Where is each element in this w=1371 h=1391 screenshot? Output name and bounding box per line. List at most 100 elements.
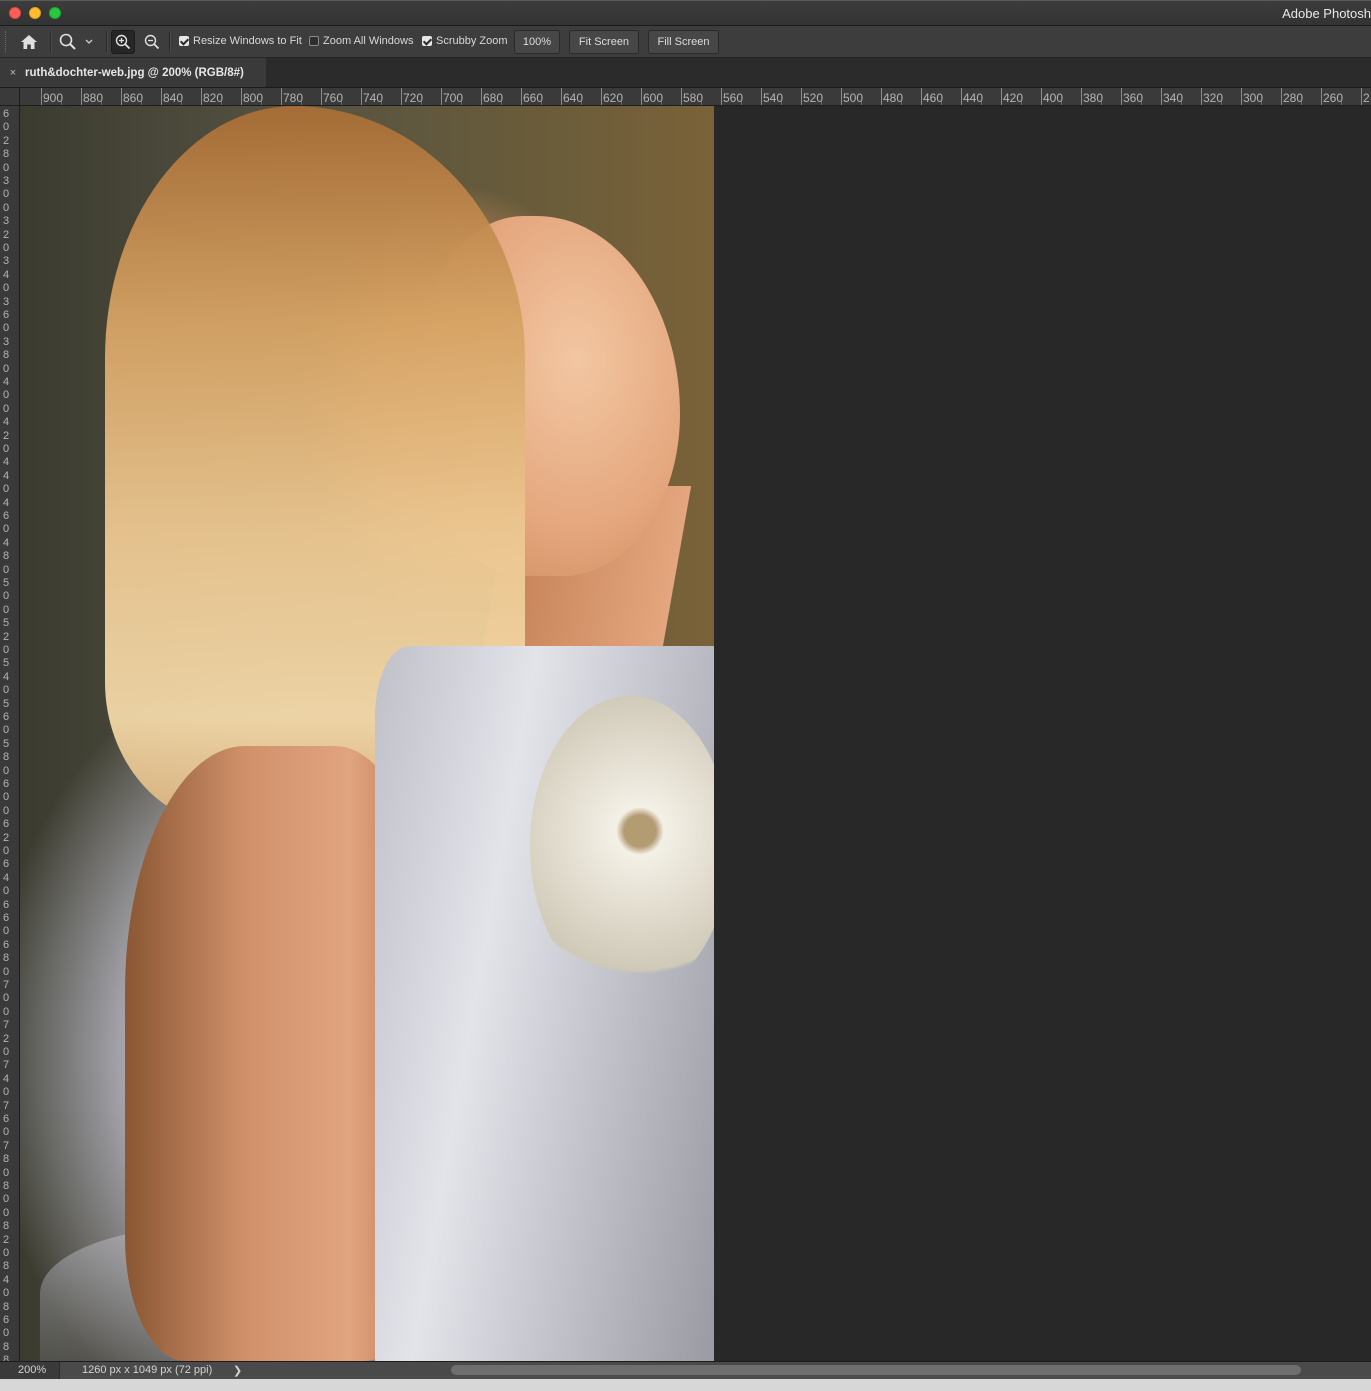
zoom-100-button[interactable]: 100% xyxy=(514,30,560,54)
scrubby-zoom-checkbox[interactable]: Scrubby Zoom xyxy=(422,35,508,47)
ruler-minor-tick xyxy=(1221,101,1222,105)
ruler-major-tick xyxy=(241,88,242,105)
ruler-minor-tick xyxy=(941,101,942,105)
checkbox-checked[interactable] xyxy=(422,36,432,46)
ruler-label: 2 xyxy=(1363,91,1370,105)
ruler-label: 8 xyxy=(3,1153,10,1166)
ruler-major-tick xyxy=(1321,88,1322,105)
horizontal-scrollbar-thumb[interactable] xyxy=(451,1365,1301,1375)
ruler-label: 7 xyxy=(3,979,10,991)
ruler-major-tick xyxy=(1121,88,1122,105)
document-tab[interactable]: × ruth&dochter-web.jpg @ 200% (RGB/8#) xyxy=(0,58,266,87)
ruler-label: 0 xyxy=(3,1005,10,1018)
ruler-label: 5 xyxy=(3,657,10,670)
ruler-label: 0 xyxy=(3,389,10,402)
ruler-minor-tick xyxy=(1301,101,1302,105)
ruler-label: 0 xyxy=(3,804,10,817)
ruler-label: 0 xyxy=(3,523,10,536)
ruler-label: 0 xyxy=(3,590,10,603)
zoom-out-button[interactable] xyxy=(140,30,164,54)
zoom-level-field[interactable]: 200% xyxy=(0,1362,60,1379)
document-image[interactable] xyxy=(20,106,714,1361)
ruler-label: 0 xyxy=(3,965,10,978)
title-bar: Adobe Photosh xyxy=(0,0,1371,26)
close-tab-icon[interactable]: × xyxy=(7,67,19,79)
ruler-minor-tick xyxy=(621,101,622,105)
zoom-tool-icon xyxy=(59,33,76,50)
ruler-major-tick xyxy=(1361,88,1362,105)
ruler-label: 6 xyxy=(3,1113,10,1125)
checkbox-checked[interactable] xyxy=(179,36,189,46)
ruler-label: 0 xyxy=(3,121,10,134)
ruler-major-tick xyxy=(161,88,162,105)
ruler-label: 4 xyxy=(3,416,10,429)
canvas-area[interactable] xyxy=(20,106,1371,1361)
ruler-label: 0 xyxy=(3,242,10,254)
zoom-all-windows-label: Zoom All Windows xyxy=(323,35,414,47)
ruler-major-tick xyxy=(281,88,282,105)
ruler-label: 0 xyxy=(3,791,10,804)
window-maximize-button[interactable] xyxy=(49,7,61,19)
ruler-minor-tick xyxy=(541,101,542,105)
ruler-label: 6 xyxy=(3,510,10,522)
ruler-label: 6 xyxy=(3,108,10,120)
fit-screen-button[interactable]: Fit Screen xyxy=(569,30,639,54)
ruler-label: 2 xyxy=(3,831,10,844)
ruler-label: 0 xyxy=(3,161,10,174)
ruler-major-tick xyxy=(561,88,562,105)
ruler-label: 0 xyxy=(3,764,10,777)
resize-windows-to-fit-checkbox[interactable]: Resize Windows to Fit xyxy=(179,35,302,47)
ruler-major-tick xyxy=(841,88,842,105)
chevron-down-icon xyxy=(85,39,93,44)
separator xyxy=(169,31,171,53)
ruler-label: 0 xyxy=(3,1086,10,1099)
app-title: Adobe Photosh xyxy=(1282,6,1371,21)
options-bar-grip[interactable] xyxy=(5,31,8,53)
window-bottom-edge xyxy=(0,1379,1371,1391)
window-close-button[interactable] xyxy=(9,7,21,19)
image-flower xyxy=(530,696,714,996)
ruler-label: 8 xyxy=(3,1340,10,1353)
window-minimize-button[interactable] xyxy=(29,7,41,19)
status-menu-arrow-icon[interactable]: ❯ xyxy=(233,1364,242,1377)
ruler-major-tick xyxy=(121,88,122,105)
ruler-label: 8 xyxy=(3,952,10,965)
vertical-ruler[interactable]: 6028030032034036038040042044046048050052… xyxy=(0,106,20,1361)
ruler-label: 8 xyxy=(3,1180,10,1192)
ruler-label: 3 xyxy=(3,295,10,308)
ruler-label: 8 xyxy=(3,751,10,764)
ruler-label: 5 xyxy=(3,577,10,589)
ruler-label: 8 xyxy=(3,1220,10,1233)
ruler-major-tick xyxy=(41,88,42,105)
ruler-minor-tick xyxy=(901,101,902,105)
tool-preset-picker[interactable] xyxy=(58,30,100,54)
ruler-label: 0 xyxy=(3,1206,10,1219)
ruler-label: 0 xyxy=(3,188,10,201)
checkbox-unchecked[interactable] xyxy=(309,36,319,46)
ruler-label: 0 xyxy=(3,322,10,335)
ruler-label: 0 xyxy=(3,201,10,214)
home-button[interactable] xyxy=(14,30,44,54)
ruler-label: 8 xyxy=(3,550,10,563)
zoom-all-windows-checkbox[interactable]: Zoom All Windows xyxy=(309,35,413,47)
ruler-minor-tick xyxy=(1261,101,1262,105)
ruler-major-tick xyxy=(601,88,602,105)
ruler-label: 0 xyxy=(3,603,10,616)
ruler-minor-tick xyxy=(861,101,862,105)
ruler-label: 0 xyxy=(3,1287,10,1300)
ruler-label: 8 xyxy=(3,1300,10,1313)
ruler-label: 7 xyxy=(3,1139,10,1152)
ruler-label: 7 xyxy=(3,1059,10,1072)
zoom-in-button[interactable] xyxy=(111,30,135,54)
ruler-label: 6 xyxy=(3,898,10,911)
ruler-origin[interactable] xyxy=(0,88,20,106)
ruler-label: 6 xyxy=(3,818,10,831)
horizontal-ruler[interactable]: 900 880 860 840 820 800 780 760 740 720 700 680 660 6… xyxy=(20,88,1371,106)
ruler-label: 0 xyxy=(3,563,10,576)
ruler-label: 6 xyxy=(3,1314,10,1326)
ruler-minor-tick xyxy=(61,101,62,105)
ruler-label: 3 xyxy=(3,215,10,228)
fill-screen-button[interactable]: Fill Screen xyxy=(648,30,719,54)
ruler-label: 0 xyxy=(3,483,10,496)
zoom-in-icon xyxy=(115,34,131,50)
